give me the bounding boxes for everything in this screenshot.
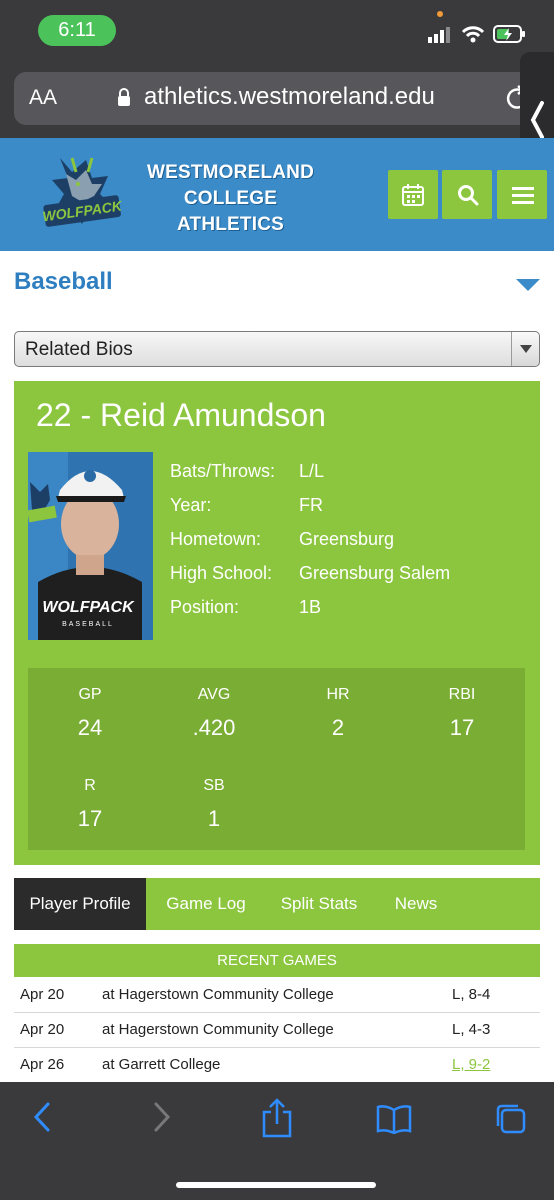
info-value-hometown: Greensburg — [299, 529, 395, 549]
player-card: 22 - Reid Amundson WOLFPACK BASEBALL Bat… — [14, 381, 540, 865]
sport-title[interactable]: Baseball — [14, 268, 113, 296]
lock-icon — [118, 88, 130, 106]
search-icon — [458, 185, 479, 206]
signal-icon — [428, 27, 450, 43]
chevron-down-icon[interactable] — [516, 279, 540, 291]
game-result: L, 4-3 — [452, 1021, 491, 1038]
address-bar[interactable]: AA athletics.westmoreland.edu — [14, 72, 540, 125]
search-button[interactable] — [442, 170, 492, 219]
browser-toolbar — [0, 1082, 554, 1200]
tab-split-stats[interactable]: Split Stats — [266, 878, 372, 930]
stat-label-sb: SB — [203, 777, 225, 794]
info-value-bats-throws: L/L — [299, 461, 325, 481]
site-title-line-3: ATHLETICS — [177, 214, 284, 235]
related-bios-select[interactable]: Related Bios — [14, 331, 540, 367]
recent-games-header: RECENT GAMES — [14, 944, 540, 977]
site-title[interactable]: WESTMORELAND COLLEGE ATHLETICS — [128, 160, 333, 238]
player-photo-image: WOLFPACK BASEBALL — [28, 452, 153, 640]
game-row: Apr 20 at Hagerstown Community College L… — [14, 1013, 540, 1048]
jersey-subtext: BASEBALL — [62, 621, 114, 628]
battery-icon — [493, 25, 525, 43]
related-bios-selected: Related Bios — [25, 339, 133, 360]
site-title-line-1: WESTMORELAND — [146, 162, 315, 183]
game-result: L, 8-4 — [452, 986, 491, 1003]
stat-label-avg: AVG — [197, 686, 231, 703]
text-size-button[interactable]: AA — [29, 86, 57, 110]
info-label-year: Year: — [170, 495, 212, 515]
home-indicator — [176, 1182, 376, 1188]
tabs-icon[interactable] — [494, 1102, 528, 1136]
status-time: 6:11 — [38, 15, 116, 46]
jersey-text: WOLFPACK — [42, 599, 135, 616]
info-label-hometown: Hometown: — [170, 529, 262, 549]
url-text[interactable]: athletics.westmoreland.edu — [144, 83, 435, 111]
back-icon[interactable] — [30, 1100, 54, 1134]
game-row: Apr 20 at Hagerstown Community College L… — [14, 978, 540, 1013]
game-date: Apr 20 — [20, 1021, 65, 1038]
stat-value-avg: .420 — [192, 715, 236, 740]
stat-value-hr: 2 — [331, 715, 345, 740]
forward-icon[interactable] — [150, 1100, 174, 1134]
stat-value-sb: 1 — [207, 806, 221, 831]
bookmarks-icon[interactable] — [376, 1104, 412, 1134]
stat-label-hr: HR — [326, 686, 350, 703]
wolfpack-logo[interactable]: WOLFPACK — [42, 150, 122, 240]
wifi-icon — [461, 26, 485, 43]
info-value-year: FR — [299, 495, 323, 515]
info-label-position: Position: — [170, 597, 240, 617]
tab-news[interactable]: News — [378, 878, 454, 930]
stat-label-r: R — [84, 777, 96, 794]
tab-game-log[interactable]: Game Log — [152, 878, 260, 930]
player-heading: 22 - Reid Amundson — [36, 397, 326, 433]
browser-address-area: AA athletics.westmoreland.edu — [0, 62, 554, 138]
share-icon[interactable] — [260, 1098, 294, 1138]
site-header: WOLFPACK WESTMORELAND COLLEGE ATHLETICS — [0, 138, 554, 251]
game-date: Apr 20 — [20, 986, 65, 1003]
game-row: Apr 26 at Garrett College L, 9-2 — [14, 1048, 540, 1083]
stats-box: GP 24 AVG .420 HR 2 RBI 17 R 17 SB 1 — [28, 668, 525, 850]
player-photo: WOLFPACK BASEBALL — [28, 452, 153, 640]
profile-tabs: Player Profile Game Log Split Stats News — [14, 878, 540, 930]
stat-value-rbi: 17 — [449, 715, 475, 740]
status-bar: 6:11 — [0, 0, 554, 62]
info-value-high-school: Greensburg Salem — [299, 563, 451, 583]
game-result-link[interactable]: L, 9-2 — [452, 1056, 490, 1073]
stat-label-gp: GP — [78, 686, 102, 703]
tab-player-profile[interactable]: Player Profile — [14, 878, 146, 930]
game-opponent: at Garrett College — [102, 1056, 221, 1073]
info-value-position: 1B — [299, 597, 322, 617]
game-opponent: at Hagerstown Community College — [102, 986, 334, 1003]
menu-icon — [512, 187, 534, 204]
calendar-icon — [402, 184, 424, 206]
chevron-left-icon — [530, 101, 544, 139]
info-label-bats-throws: Bats/Throws: — [170, 461, 276, 481]
calendar-button[interactable] — [388, 170, 438, 219]
caret-down-icon — [520, 345, 532, 353]
stat-value-r: 17 — [77, 806, 103, 831]
stat-label-rbi: RBI — [448, 686, 476, 703]
stat-value-gp: 24 — [77, 715, 103, 740]
game-opponent: at Hagerstown Community College — [102, 1021, 334, 1038]
site-title-line-2: COLLEGE — [183, 188, 278, 209]
info-label-high-school: High School: — [170, 563, 273, 583]
select-arrow — [511, 332, 539, 366]
menu-button[interactable] — [497, 170, 547, 219]
privacy-indicator-dot — [437, 11, 443, 17]
game-date: Apr 26 — [20, 1056, 65, 1073]
